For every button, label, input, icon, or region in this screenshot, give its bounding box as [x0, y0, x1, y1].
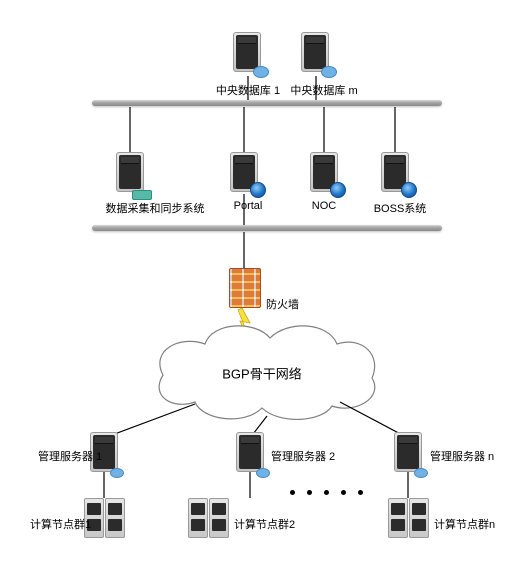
central-db-m-label: 中央数据库 m — [290, 82, 357, 98]
central-db-1-label: 中央数据库 1 — [216, 82, 280, 98]
data-collection-sync-icon — [116, 152, 146, 196]
compute-cluster-2-icon — [188, 498, 230, 538]
compute-cluster-1-label: 计算节点群1 — [30, 516, 91, 532]
portal-label: Portal — [234, 200, 263, 212]
mgmt-server-2-label: 管理服务器 2 — [271, 448, 335, 464]
compute-cluster-n-label: 计算节点群n — [434, 516, 495, 532]
bgp-label: BGP骨干网络 — [222, 364, 301, 383]
mgmt-server-1-label: 管理服务器 1 — [38, 448, 102, 464]
mgmt-server-2-icon — [236, 432, 266, 476]
central-db-1-icon — [233, 32, 263, 76]
ellipsis-dots — [290, 490, 363, 495]
data-collection-sync-label: 数据采集和同步系统 — [106, 200, 205, 216]
compute-cluster-2-label: 计算节点群2 — [234, 516, 295, 532]
mgmt-server-n-label: 管理服务器 n — [430, 448, 494, 464]
noc-server-icon — [310, 152, 340, 196]
noc-label: NOC — [312, 200, 336, 212]
boss-label: BOSS系统 — [374, 200, 427, 216]
central-db-m-icon — [301, 32, 331, 76]
bus-top — [92, 100, 442, 106]
mgmt-server-n-icon — [394, 432, 424, 476]
portal-server-icon — [230, 152, 260, 196]
firewall-icon — [229, 268, 261, 308]
compute-cluster-n-icon — [388, 498, 430, 538]
firewall-label: 防火墙 — [266, 296, 299, 312]
boss-server-icon — [381, 152, 411, 196]
bus-bottom — [92, 225, 442, 231]
